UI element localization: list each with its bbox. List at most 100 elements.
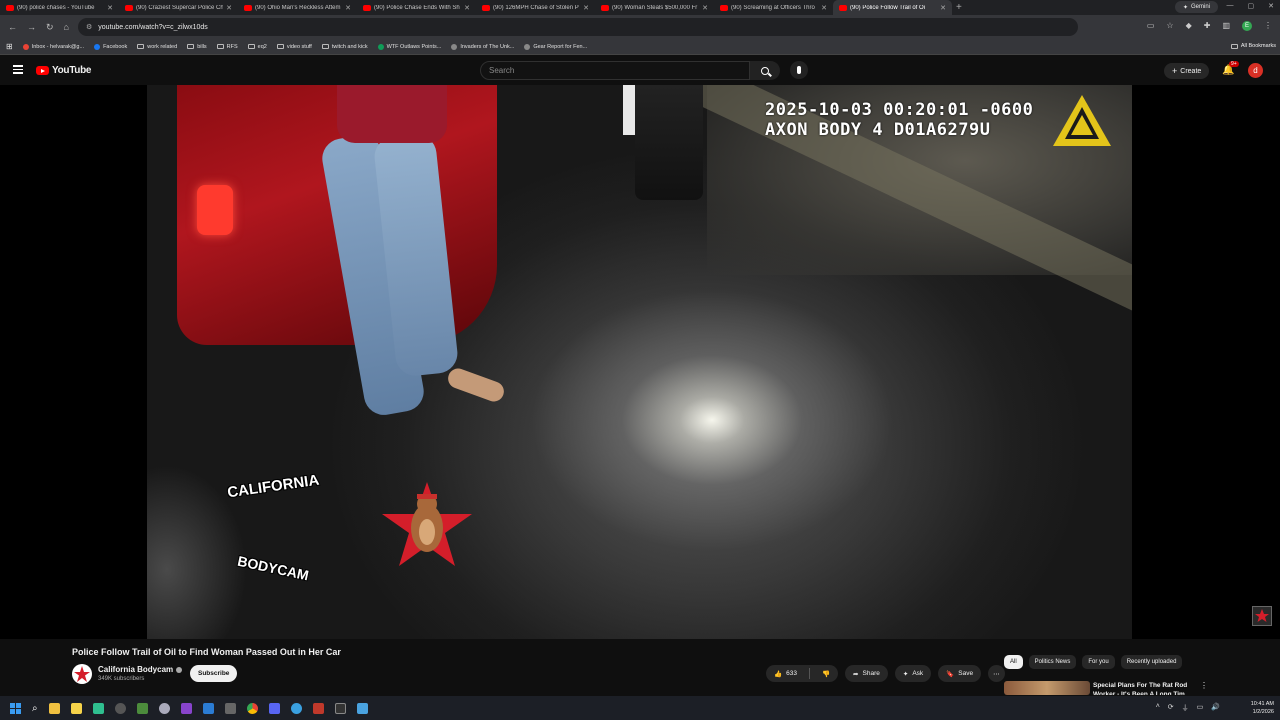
browser-tab[interactable]: (90) police chases - YouTube ✕ <box>0 0 119 15</box>
search-input[interactable]: Search <box>480 61 750 80</box>
bookmark-star-icon[interactable]: ☆ <box>1166 21 1173 31</box>
close-tab-icon[interactable]: ✕ <box>821 4 827 12</box>
site-info-icon[interactable]: ⚙ <box>86 23 92 31</box>
clock-date: 1/2/2026 <box>1252 709 1274 715</box>
close-tab-icon[interactable]: ✕ <box>464 4 470 12</box>
close-tab-icon[interactable]: ✕ <box>107 4 113 12</box>
recommended-video-title[interactable]: Special Plans For The Rat Rod Worker - I… <box>1093 681 1193 695</box>
save-button[interactable]: 🔖 Save <box>938 665 982 682</box>
windows-start-icon[interactable] <box>10 702 21 714</box>
browser-tab[interactable]: (90) Police Chase Ends With Sh ✕ <box>357 0 476 15</box>
browser-tab[interactable]: (90) Screaming at Officers Thro ✕ <box>714 0 833 15</box>
notes-app-icon[interactable] <box>70 702 82 714</box>
new-tab-icon[interactable]: + <box>956 2 962 13</box>
browser-tab[interactable]: (90) Police Follow Trail of Oi ✕ <box>833 0 952 15</box>
browser-tab[interactable]: (90) Ohio Man's Reckless Attem ✕ <box>238 0 357 15</box>
share-button[interactable]: ➦ Share <box>845 665 888 682</box>
discord-app-icon[interactable] <box>268 702 280 714</box>
filter-chip[interactable]: Recently uploaded <box>1120 655 1183 669</box>
video-frame[interactable]: 2025-10-03 00:20:01 -0600 AXON BODY 4 D0… <box>147 85 1132 639</box>
profile-avatar[interactable]: E <box>1242 21 1252 31</box>
menu-icon[interactable] <box>13 65 23 76</box>
back-icon[interactable]: ← <box>8 22 17 33</box>
ask-button[interactable]: ✦ Ask <box>894 665 932 682</box>
close-tab-icon[interactable]: ✕ <box>226 4 232 12</box>
file-explorer-icon[interactable] <box>48 702 60 714</box>
bookmark-item[interactable]: work related <box>137 44 177 50</box>
youtube-logo[interactable]: YouTube <box>36 65 92 76</box>
channel-watermark-icon[interactable] <box>1252 606 1272 626</box>
close-window-icon[interactable]: ✕ <box>1268 2 1274 10</box>
recommended-more-icon[interactable]: ⋮ <box>1200 681 1208 690</box>
chrome-menu-icon[interactable]: ⋮ <box>1264 21 1272 31</box>
dislike-button[interactable]: 👎 <box>814 670 838 678</box>
video-player[interactable]: 2025-10-03 00:20:01 -0600 AXON BODY 4 D0… <box>0 85 1280 639</box>
recommended-video-thumbnail[interactable] <box>1004 681 1090 695</box>
tray-chevron-icon[interactable]: ˄ <box>1156 703 1160 713</box>
bookmark-item[interactable]: RFS <box>216 44 238 50</box>
settings-app-icon[interactable] <box>114 702 126 714</box>
photos-app-icon[interactable] <box>356 702 368 714</box>
like-button[interactable]: 👍 633 <box>766 670 805 678</box>
store-app-icon[interactable] <box>202 702 214 714</box>
channel-name[interactable]: California Bodycam <box>98 665 183 674</box>
extension-icon[interactable]: ◆ <box>1186 21 1192 31</box>
blue-app-icon[interactable] <box>290 702 302 714</box>
bookmark-label: Invaders of The Unk... <box>460 43 515 50</box>
minimize-icon[interactable]: — <box>1227 2 1234 10</box>
voice-search-button[interactable] <box>790 61 808 79</box>
taskbar-search-icon[interactable]: ⌕ <box>32 703 38 714</box>
browser-tab[interactable]: (90) 126MPH Chase of Stolen P ✕ <box>476 0 595 15</box>
purple-app-icon[interactable] <box>180 702 192 714</box>
tray-sync-icon[interactable]: ⟳ <box>1168 703 1174 713</box>
close-tab-icon[interactable]: ✕ <box>345 4 351 12</box>
close-tab-icon[interactable]: ✕ <box>583 4 589 12</box>
gemini-button[interactable]: ✦ Gemini <box>1174 1 1218 13</box>
bookmark-label: WTF Outlaws Points... <box>386 43 442 50</box>
cast-icon[interactable]: ▭ <box>1147 21 1155 31</box>
channel-avatar[interactable] <box>72 664 92 684</box>
tray-network-icon[interactable]: ▭ <box>1197 703 1204 713</box>
create-button[interactable]: + Create <box>1164 63 1210 79</box>
bookmark-item[interactable]: eq2 <box>247 44 267 50</box>
close-tab-icon[interactable]: ✕ <box>702 4 708 12</box>
subscribe-button[interactable]: Subscribe <box>190 665 238 682</box>
forward-icon[interactable]: → <box>27 22 36 33</box>
extensions-puzzle-icon[interactable]: ✚ <box>1204 21 1211 31</box>
bookmark-item[interactable]: Facebook <box>94 43 127 50</box>
bookmark-item[interactable]: Inbox - helvarak@g... <box>22 43 84 50</box>
maximize-icon[interactable]: ▢ <box>1248 2 1255 10</box>
terminal-app-icon[interactable] <box>136 702 148 714</box>
bookmark-item[interactable]: WTF Outlaws Points... <box>377 43 442 50</box>
green-app-icon[interactable] <box>92 702 104 714</box>
url-bar[interactable]: ⚙ youtube.com/watch?v=c_zilwx10ds <box>78 18 1078 36</box>
system-clock[interactable]: 10:41 AM 1/2/2026 <box>1251 700 1274 716</box>
reload-icon[interactable]: ↻ <box>46 22 54 33</box>
filter-chip[interactable]: For you <box>1082 655 1115 669</box>
filter-chip[interactable]: All <box>1004 655 1023 669</box>
user-avatar[interactable]: d <box>1248 63 1263 78</box>
bookmark-item[interactable]: bills <box>187 44 207 50</box>
tray-usb-icon[interactable]: ⏚ <box>1182 703 1189 713</box>
bookmark-item[interactable]: twitch and kick <box>321 44 368 50</box>
home-icon[interactable]: ⌂ <box>64 22 69 33</box>
red-app-icon[interactable] <box>312 702 324 714</box>
browser-tab[interactable]: (90) Craziest Supercar Police Ch ✕ <box>119 0 238 15</box>
more-actions-button[interactable]: ⋯ <box>988 665 1005 682</box>
filter-chip[interactable]: Politics News <box>1028 655 1077 669</box>
sidepanel-icon[interactable]: ▥ <box>1222 21 1230 31</box>
browser-tab[interactable]: (90) Woman Steals $500,000 Fr ✕ <box>595 0 714 15</box>
all-bookmarks-button[interactable]: All Bookmarks <box>1230 43 1276 49</box>
bookmark-item[interactable]: Gear Report for Fen... <box>524 43 587 50</box>
steam-app-icon[interactable] <box>158 702 170 714</box>
bookmark-item[interactable]: Invaders of The Unk... <box>451 43 515 50</box>
tray-volume-icon[interactable]: 🔊 <box>1211 703 1220 713</box>
search-button[interactable] <box>750 61 780 80</box>
dark-app-icon[interactable] <box>334 702 346 714</box>
notification-count-badge: 9+ <box>1229 61 1239 67</box>
monitor-app-icon[interactable] <box>224 702 236 714</box>
close-tab-icon[interactable]: ✕ <box>940 4 946 12</box>
apps-grid-icon[interactable]: ⊞ <box>6 42 13 51</box>
bookmark-item[interactable]: video stuff <box>276 44 312 50</box>
chrome-app-icon[interactable] <box>246 702 258 714</box>
